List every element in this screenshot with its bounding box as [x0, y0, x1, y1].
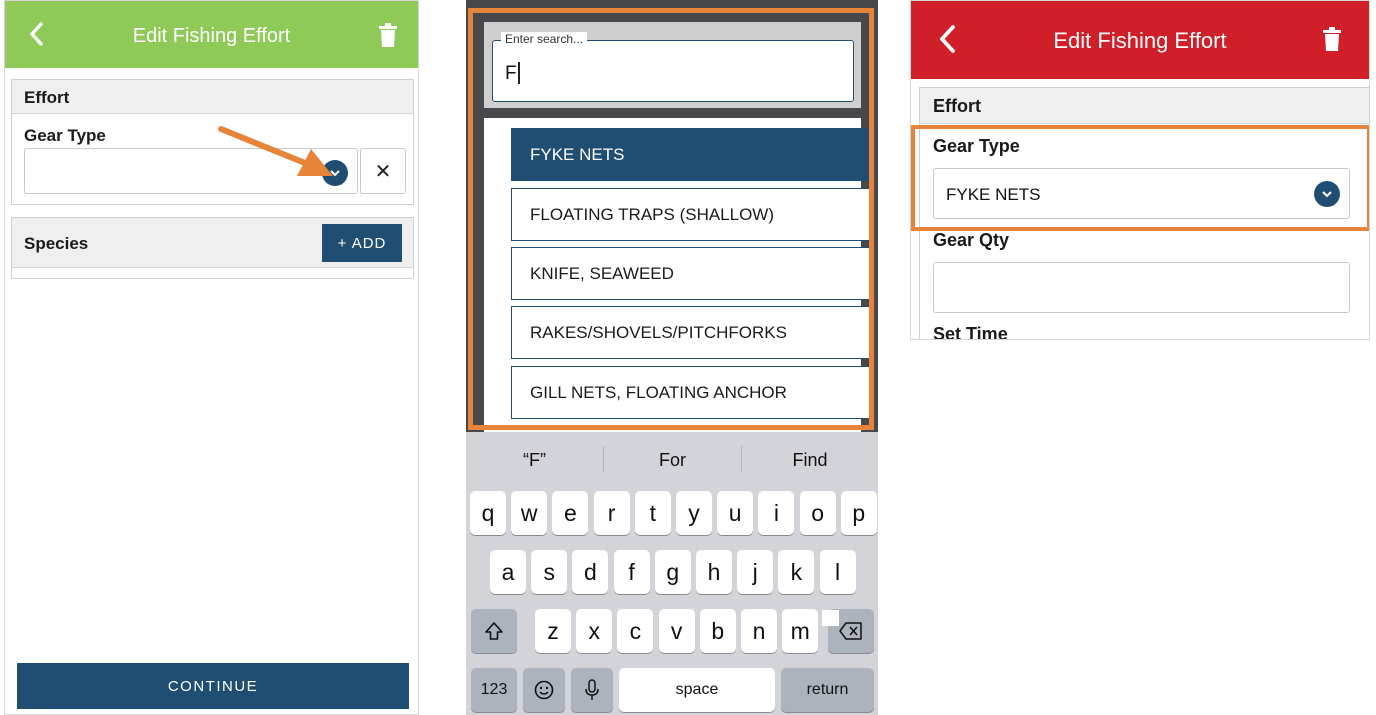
app-header: Edit Fishing Effort	[5, 1, 418, 68]
backspace-icon	[839, 622, 862, 640]
key-b[interactable]: b	[699, 609, 736, 653]
return-key[interactable]: return	[781, 668, 874, 712]
numbers-key[interactable]: 123	[471, 668, 517, 712]
continue-button[interactable]: CONTINUE	[17, 663, 409, 709]
gear-qty-input[interactable]	[933, 262, 1350, 313]
gear-qty-label: Gear Qty	[933, 230, 1010, 250]
highlight-frame	[468, 8, 874, 430]
key-r[interactable]: r	[593, 491, 630, 535]
key-e[interactable]: e	[552, 491, 589, 535]
shift-key[interactable]	[471, 609, 517, 653]
key-h[interactable]: h	[696, 550, 732, 594]
page-title: Edit Fishing Effort	[1053, 28, 1227, 53]
key-i[interactable]: i	[758, 491, 795, 535]
species-card: Species + ADD	[11, 217, 414, 279]
add-species-button[interactable]: + ADD	[322, 224, 402, 262]
close-icon: ✕	[374, 160, 392, 183]
suggestion-2[interactable]: For	[604, 450, 741, 471]
gear-type-label: Gear Type	[24, 126, 106, 145]
set-time-label: Set Time	[933, 324, 1008, 340]
key-a[interactable]: a	[490, 550, 526, 594]
key-u[interactable]: u	[717, 491, 754, 535]
key-v[interactable]: v	[658, 609, 695, 653]
key-z[interactable]: z	[535, 609, 571, 653]
page-title: Edit Fishing Effort	[132, 25, 291, 47]
dictation-key[interactable]	[571, 668, 613, 712]
highlight-frame	[911, 125, 1369, 231]
key-d[interactable]: d	[572, 550, 609, 594]
space-key[interactable]: space	[619, 668, 775, 712]
key-k[interactable]: k	[778, 550, 815, 594]
key-w[interactable]: w	[511, 491, 548, 535]
key-o[interactable]: o	[799, 491, 836, 535]
key-y[interactable]: y	[676, 491, 712, 535]
trash-icon	[379, 23, 397, 47]
key-p[interactable]: p	[840, 491, 877, 535]
gear-search-screen: Enter search... F FYKE NETS FLOATING TRA…	[466, 0, 878, 715]
key-l[interactable]: l	[819, 550, 856, 594]
key-s[interactable]: s	[531, 550, 568, 594]
key-f[interactable]: f	[613, 550, 650, 594]
key-q[interactable]: q	[470, 491, 506, 535]
trash-icon	[1323, 27, 1341, 51]
key-c[interactable]: c	[617, 609, 654, 653]
edit-effort-screen-selected: Edit Fishing Effort Effort Gear Type FYK…	[910, 0, 1370, 340]
microphone-icon	[585, 679, 599, 700]
delete-button[interactable]	[1323, 27, 1341, 51]
emoji-icon	[534, 680, 554, 700]
emoji-key[interactable]	[523, 668, 565, 712]
app-header: Edit Fishing Effort	[911, 1, 1369, 79]
edit-effort-screen-empty: Edit Fishing Effort Effort Gear Type ✕ S…	[4, 0, 419, 715]
key-x[interactable]: x	[576, 609, 613, 653]
shift-icon	[485, 622, 503, 640]
pointer-arrow-annotation	[218, 126, 333, 176]
key-popup-indicator	[822, 610, 839, 626]
key-m[interactable]: m	[782, 609, 819, 653]
effort-heading: Effort	[920, 88, 1369, 124]
key-n[interactable]: n	[741, 609, 777, 653]
suggestion-1[interactable]: “F”	[466, 450, 603, 471]
key-g[interactable]: g	[654, 550, 691, 594]
clear-gear-type-button[interactable]: ✕	[360, 148, 406, 194]
key-j[interactable]: j	[737, 550, 774, 594]
effort-heading: Effort	[12, 80, 413, 114]
delete-button[interactable]	[379, 23, 397, 47]
effort-card: Effort Gear Type ✕	[11, 79, 414, 205]
keyboard: “F” For Find qwertyuiop asdfghjkl zxcvbn…	[466, 432, 878, 715]
suggestion-3[interactable]: Find	[742, 450, 878, 471]
key-t[interactable]: t	[634, 491, 671, 535]
